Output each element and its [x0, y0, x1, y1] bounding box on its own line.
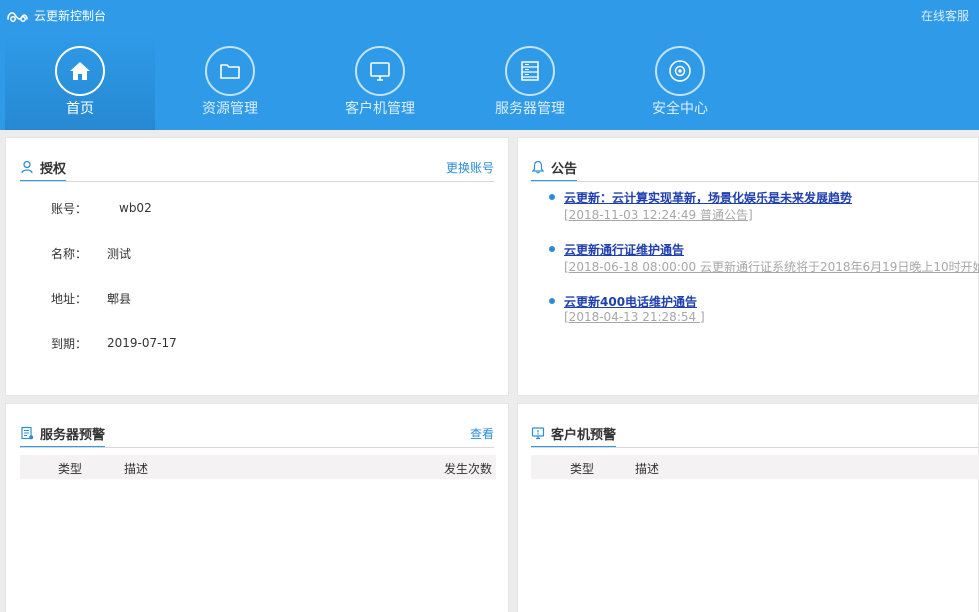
expiry-value: 2019-07-17 — [107, 336, 177, 350]
notice-meta: [2018-11-03 12:24:49 普通公告] — [564, 208, 753, 222]
nav-resources[interactable]: 资源管理 — [155, 35, 305, 130]
notice-bullet-icon — [549, 298, 555, 304]
account-label: 账号： — [51, 201, 88, 216]
notice-title-text: 公告 — [551, 161, 578, 177]
server-alert-type-header: 类型 — [58, 462, 83, 476]
notice-link[interactable]: 云更新400电话维护通告 — [564, 293, 697, 310]
server-alert-divider — [20, 447, 494, 448]
bell-icon — [531, 160, 545, 174]
online-service-link[interactable]: 在线客服 — [921, 7, 969, 24]
notice-title: 公告 — [531, 152, 578, 182]
client-alert-type-header: 类型 — [570, 462, 595, 476]
nav-home[interactable]: 首页 — [5, 35, 155, 130]
notice-bullet-icon — [549, 194, 555, 200]
notice-link[interactable]: 云更新通行证维护通告 — [564, 241, 684, 258]
server-alert-panel: 服务器预警 查看 类型 描述 发生次数 — [5, 403, 509, 612]
notice-divider — [531, 181, 978, 182]
expiry-label: 到期： — [51, 336, 88, 351]
client-warning-icon — [531, 426, 545, 440]
server-alert-count-header: 发生次数 — [443, 462, 492, 476]
notice-meta: [2018-04-13 21:28:54 ] — [564, 310, 705, 324]
server-warning-icon — [20, 426, 34, 440]
address-value: 郫县 — [107, 291, 132, 306]
notice-meta: [2018-06-18 08:00:00 云更新通行证系统将于2018年6月19… — [564, 260, 979, 274]
name-row: 名称： 测试 — [51, 244, 131, 262]
main-nav: 首页 资源管理 客户机管理 服务器管理 安全中心 — [5, 35, 755, 130]
authorization-title: 授权 — [20, 152, 67, 182]
nav-home-label: 首页 — [66, 101, 94, 117]
server-icon — [505, 46, 555, 96]
nav-servers[interactable]: 服务器管理 — [455, 35, 605, 130]
address-row: 地址： 郫县 — [51, 289, 131, 307]
client-alert-title-text: 客户机预警 — [551, 427, 617, 443]
top-header: 云更新控制台 在线客服 首页 资源管理 客户机管理 服务器管理 安全中心 — [0, 0, 979, 130]
client-alert-table-header: 类型 描述 — [531, 455, 979, 479]
brand[interactable]: 云更新控制台 — [7, 7, 106, 24]
client-alert-title: 客户机预警 — [531, 418, 617, 448]
brand-logo-icon — [7, 11, 28, 22]
authorization-divider — [20, 181, 494, 182]
nav-security[interactable]: 安全中心 — [605, 35, 755, 130]
account-value: wb02 — [119, 201, 152, 215]
client-alert-divider — [531, 447, 978, 448]
name-label: 名称： — [51, 246, 88, 261]
server-alert-title: 服务器预警 — [20, 418, 106, 448]
view-server-alert-link[interactable]: 查看 — [470, 425, 494, 442]
nav-servers-label: 服务器管理 — [495, 101, 565, 117]
nav-clients-label: 客户机管理 — [345, 101, 415, 117]
authorization-panel: 授权 更换账号 账号： wb02 名称： 测试 地址： 郫县 到期： 2019-… — [5, 137, 509, 396]
home-icon — [55, 46, 105, 96]
account-row: 账号： wb02 — [51, 199, 152, 217]
nav-clients[interactable]: 客户机管理 — [305, 35, 455, 130]
nav-resources-label: 资源管理 — [202, 101, 258, 117]
user-icon — [20, 160, 34, 174]
client-alert-panel: 客户机预警 类型 描述 — [517, 403, 979, 612]
notice-bullet-icon — [549, 246, 555, 252]
server-alert-title-text: 服务器预警 — [40, 427, 106, 443]
nav-security-label: 安全中心 — [652, 101, 708, 117]
server-alert-description-header: 描述 — [124, 462, 149, 476]
change-account-link[interactable]: 更换账号 — [446, 159, 494, 176]
notice-panel: 公告 云更新：云计算实现革新，场景化娱乐是未来发展趋势 [2018-11-03 … — [517, 137, 979, 396]
name-value: 测试 — [107, 246, 132, 261]
security-icon — [655, 46, 705, 96]
address-label: 地址： — [51, 291, 88, 306]
monitor-icon — [355, 46, 405, 96]
brand-title: 云更新控制台 — [34, 9, 107, 23]
notice-link[interactable]: 云更新：云计算实现革新，场景化娱乐是未来发展趋势 — [564, 189, 852, 206]
expiry-row: 到期： 2019-07-17 — [51, 334, 177, 352]
client-alert-description-header: 描述 — [635, 462, 660, 476]
server-alert-table-header: 类型 描述 发生次数 — [20, 455, 496, 479]
authorization-title-text: 授权 — [40, 161, 67, 177]
folder-icon — [205, 46, 255, 96]
